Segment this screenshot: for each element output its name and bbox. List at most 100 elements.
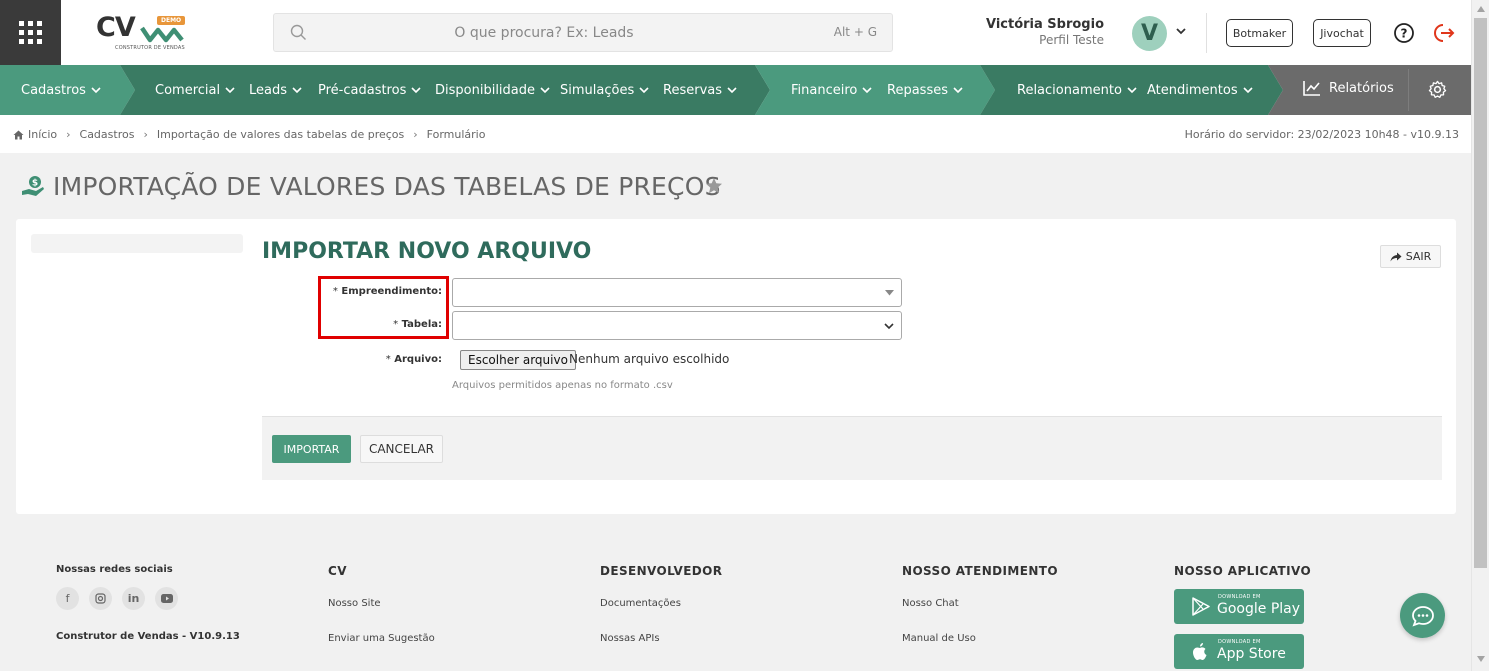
exit-button[interactable]: SAIR [1380, 245, 1441, 268]
nav-financeiro[interactable]: Financeiro [791, 65, 872, 115]
google-play-button[interactable]: DOWNLOAD EM Google Play [1174, 589, 1304, 624]
empreendimento-select[interactable] [452, 278, 902, 307]
scroll-up-icon[interactable] [1477, 6, 1485, 12]
tabela-select[interactable] [452, 311, 902, 340]
footer-atendimento-title: NOSSO ATENDIMENTO [902, 564, 1058, 578]
caret-down-icon [885, 290, 894, 296]
footer-link-sugestao[interactable]: Enviar uma Sugestão [328, 633, 435, 644]
app-store-button[interactable]: DOWNLOAD EM App Store [1174, 634, 1304, 669]
file-status: Nenhum arquivo escolhido [569, 352, 730, 366]
footer-link-chat[interactable]: Nosso Chat [902, 598, 959, 609]
form-title: IMPORTAR NOVO ARQUIVO [262, 239, 592, 264]
search-shortcut: Alt + G [833, 25, 877, 39]
facebook-icon[interactable]: f [56, 587, 79, 610]
footer-link-manual[interactable]: Manual de Uso [902, 633, 976, 644]
chevron-down-icon [639, 87, 649, 94]
chat-bubble-icon [1411, 605, 1434, 626]
chevron-down-icon [953, 87, 963, 94]
nav-label: Repasses [887, 82, 948, 98]
nav-cadastros[interactable]: Cadastros [21, 65, 101, 115]
share-arrow-icon [1390, 252, 1402, 261]
nav-reservas[interactable]: Reservas [663, 65, 737, 115]
nav-label: Relatórios [1329, 80, 1394, 96]
gear-icon[interactable] [1428, 80, 1447, 99]
nav-label: Disponibilidade [435, 82, 536, 98]
help-icon[interactable]: ? [1393, 22, 1415, 44]
chevron-down-icon [862, 87, 872, 94]
apps-menu-button[interactable] [0, 0, 61, 65]
breadcrumb-formulario: Formulário [426, 128, 486, 141]
nav-label: Leads [249, 82, 288, 98]
nav-pre-cadastros[interactable]: Pré-cadastros [318, 65, 421, 115]
breadcrumb-home[interactable]: Início [28, 128, 57, 141]
chevron-down-icon [1127, 87, 1137, 94]
logout-icon[interactable] [1434, 22, 1456, 44]
nav-atendimentos[interactable]: Atendimentos [1147, 65, 1253, 115]
footer-dev-title: DESENVOLVEDOR [600, 564, 723, 578]
footer-social-title: Nossas redes sociais [56, 564, 173, 575]
app-version: Construtor de Vendas - V10.9.13 [56, 631, 240, 642]
line-chart-icon [1303, 81, 1320, 96]
breadcrumb-cadastros[interactable]: Cadastros [80, 128, 135, 141]
nav-leads[interactable]: Leads [249, 65, 302, 115]
user-name[interactable]: Victória Sbrogio [986, 17, 1104, 32]
page-title: IMPORTAÇÃO DE VALORES DAS TABELAS DE PRE… [53, 172, 721, 201]
nav-relacionamento[interactable]: Relacionamento [1017, 65, 1137, 115]
nav-label: Comercial [155, 82, 221, 98]
choose-file-button[interactable]: Escolher arquivo [460, 350, 576, 370]
botmaker-button[interactable]: Botmaker [1226, 19, 1293, 47]
chevron-right-icon: › [143, 128, 148, 141]
chevron-down-icon [91, 87, 101, 94]
favorite-star-icon[interactable] [705, 177, 723, 195]
search-input[interactable] [324, 14, 764, 51]
nav-comercial[interactable]: Comercial [155, 65, 235, 115]
divider [1408, 69, 1409, 111]
footer-app-title: NOSSO APLICATIVO [1174, 564, 1312, 578]
home-icon [13, 130, 24, 139]
cancel-button[interactable]: CANCELAR [360, 435, 443, 463]
chevron-down-icon [411, 87, 421, 94]
app-store-label: App Store [1217, 646, 1286, 662]
youtube-glyph [160, 594, 173, 603]
nav-relatorios[interactable]: Relatórios [1303, 80, 1394, 96]
grid-icon [19, 21, 42, 44]
search-icon [290, 24, 306, 40]
nav-repasses[interactable]: Repasses [887, 65, 963, 115]
footer-link-documentacoes[interactable]: Documentações [600, 598, 681, 609]
arquivo-label-text: Arquivo: [394, 354, 442, 365]
logo[interactable]: CV DEMO CONSTRUTOR DE VENDAS [96, 12, 188, 54]
user-profile: Perfil Teste [1039, 33, 1104, 47]
nav-simulacoes[interactable]: Simulações [560, 65, 649, 115]
logo-wave-icon [140, 26, 184, 43]
exit-label: SAIR [1405, 250, 1432, 263]
nav-disponibilidade[interactable]: Disponibilidade [435, 65, 550, 115]
instagram-glyph [95, 593, 106, 604]
top-header: CV DEMO CONSTRUTOR DE VENDAS Alt + G Vic… [0, 0, 1471, 65]
chevron-down-icon [727, 87, 737, 94]
breadcrumb-importacao[interactable]: Importação de valores das tabelas de pre… [157, 128, 404, 141]
chevron-down-icon [225, 87, 235, 94]
youtube-icon[interactable] [155, 587, 178, 610]
instagram-icon[interactable] [89, 587, 112, 610]
logo-text: CV [96, 12, 136, 43]
vertical-scrollbar[interactable] [1471, 0, 1489, 671]
import-button[interactable]: IMPORTAR [272, 435, 351, 463]
footer-link-apis[interactable]: Nossas APIs [600, 633, 660, 644]
search-bar[interactable]: Alt + G [273, 13, 893, 52]
google-play-label: Google Play [1217, 601, 1301, 617]
chevron-right-icon: › [66, 128, 71, 141]
nav-label: Cadastros [21, 82, 86, 98]
svg-text:$: $ [32, 179, 38, 189]
chevron-right-icon: › [413, 128, 418, 141]
avatar[interactable]: V [1132, 16, 1167, 51]
linkedin-icon[interactable]: in [122, 587, 145, 610]
nav-label: Simulações [560, 82, 635, 98]
apple-icon [1193, 643, 1207, 660]
chat-button[interactable] [1400, 593, 1445, 638]
scroll-thumb[interactable] [1474, 18, 1487, 568]
scroll-down-icon[interactable] [1477, 656, 1485, 662]
chevron-down-icon[interactable] [1175, 25, 1187, 37]
jivochat-button[interactable]: Jivochat [1313, 19, 1371, 47]
app-store-small: DOWNLOAD EM [1218, 639, 1261, 645]
footer-link-nosso-site[interactable]: Nosso Site [328, 598, 381, 609]
